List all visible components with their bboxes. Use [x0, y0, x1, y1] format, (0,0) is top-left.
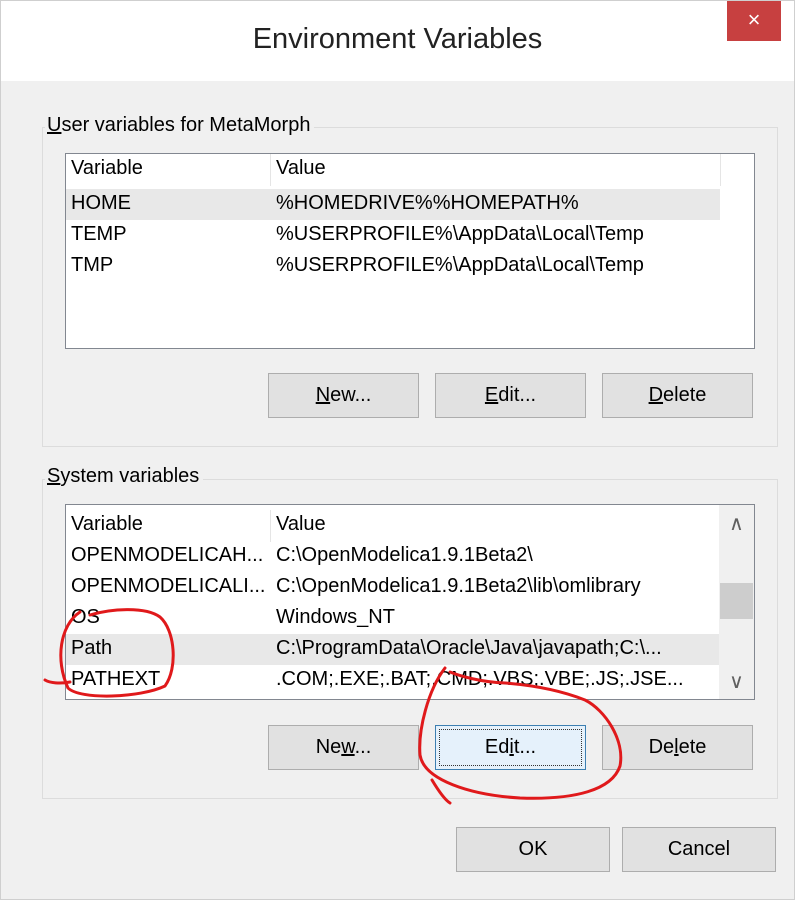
column-header-variable[interactable]: Variable: [71, 513, 143, 536]
variable-name: PATHEXT: [71, 668, 161, 690]
table-row[interactable]: TEMP %USERPROFILE%\AppData\Local\Temp: [66, 220, 720, 251]
system-delete-button[interactable]: Delete: [602, 725, 753, 770]
dialog-title: Environment Variables: [252, 23, 543, 55]
system-new-button[interactable]: New...: [268, 725, 419, 770]
user-edit-button[interactable]: Edit...: [435, 373, 586, 418]
column-separator[interactable]: [270, 510, 271, 542]
table-row-selected[interactable]: Path C:\ProgramData\Oracle\Java\javapath…: [66, 634, 720, 665]
variable-value: %USERPROFILE%\AppData\Local\Temp: [276, 254, 644, 276]
environment-variables-dialog: Environment Variables × User variables f…: [0, 0, 795, 900]
table-row[interactable]: OPENMODELICALI... C:\OpenModelica1.9.1Be…: [66, 572, 720, 603]
user-variables-list[interactable]: Variable Value HOME %HOMEDRIVE%%HOMEPATH…: [65, 153, 755, 349]
variable-name: TMP: [71, 254, 114, 276]
column-header-value[interactable]: Value: [276, 513, 326, 536]
column-header-value[interactable]: Value: [276, 157, 326, 180]
variable-value: %HOMEDRIVE%%HOMEPATH%: [276, 192, 579, 214]
table-row[interactable]: PATHEXT .COM;.EXE;.BAT;.CMD;.VBS;.VBE;.J…: [66, 665, 720, 696]
variable-value: %USERPROFILE%\AppData\Local\Temp: [276, 223, 644, 245]
vertical-scrollbar[interactable]: ∧ ∨: [719, 505, 754, 699]
title-bar: Environment Variables ×: [1, 1, 794, 81]
cancel-button[interactable]: Cancel: [622, 827, 776, 872]
variable-name: OPENMODELICAH...: [71, 544, 264, 566]
system-edit-button[interactable]: Edit...: [435, 725, 586, 770]
variable-name: OPENMODELICALI...: [71, 575, 266, 597]
close-button[interactable]: ×: [727, 1, 781, 41]
table-row[interactable]: OPENMODELICAH... C:\OpenModelica1.9.1Bet…: [66, 541, 720, 572]
scroll-up-icon[interactable]: ∧: [719, 509, 754, 539]
variable-name: TEMP: [71, 223, 127, 245]
ok-button[interactable]: OK: [456, 827, 610, 872]
column-header-variable[interactable]: Variable: [71, 157, 143, 180]
table-row[interactable]: TMP %USERPROFILE%\AppData\Local\Temp: [66, 251, 720, 282]
variable-value: C:\OpenModelica1.9.1Beta2\lib\omlibrary: [276, 575, 641, 597]
table-row[interactable]: OS Windows_NT: [66, 603, 720, 634]
system-variables-label: System variables: [45, 465, 204, 488]
table-row[interactable]: HOME %HOMEDRIVE%%HOMEPATH%: [66, 189, 720, 220]
scroll-thumb[interactable]: [720, 583, 753, 619]
variable-value: .COM;.EXE;.BAT;.CMD;.VBS;.VBE;.JS;.JSE..…: [276, 668, 684, 690]
column-separator[interactable]: [270, 154, 271, 186]
scroll-down-icon[interactable]: ∨: [719, 667, 754, 697]
variable-value: C:\OpenModelica1.9.1Beta2\: [276, 544, 533, 566]
user-new-button[interactable]: New...: [268, 373, 419, 418]
system-variables-list[interactable]: Variable Value OPENMODELICAH... C:\OpenM…: [65, 504, 755, 700]
variable-name: Path: [71, 637, 113, 659]
user-delete-button[interactable]: Delete: [602, 373, 753, 418]
variable-value: Windows_NT: [276, 606, 395, 628]
user-variables-label: User variables for MetaMorph: [45, 114, 315, 137]
variable-value: C:\ProgramData\Oracle\Java\javapath;C:\.…: [276, 637, 662, 659]
variable-name: HOME: [71, 192, 131, 214]
list-header: Variable Value: [66, 510, 721, 541]
column-separator[interactable]: [720, 154, 721, 186]
variable-name: OS: [71, 606, 100, 628]
list-header: Variable Value: [66, 154, 754, 185]
